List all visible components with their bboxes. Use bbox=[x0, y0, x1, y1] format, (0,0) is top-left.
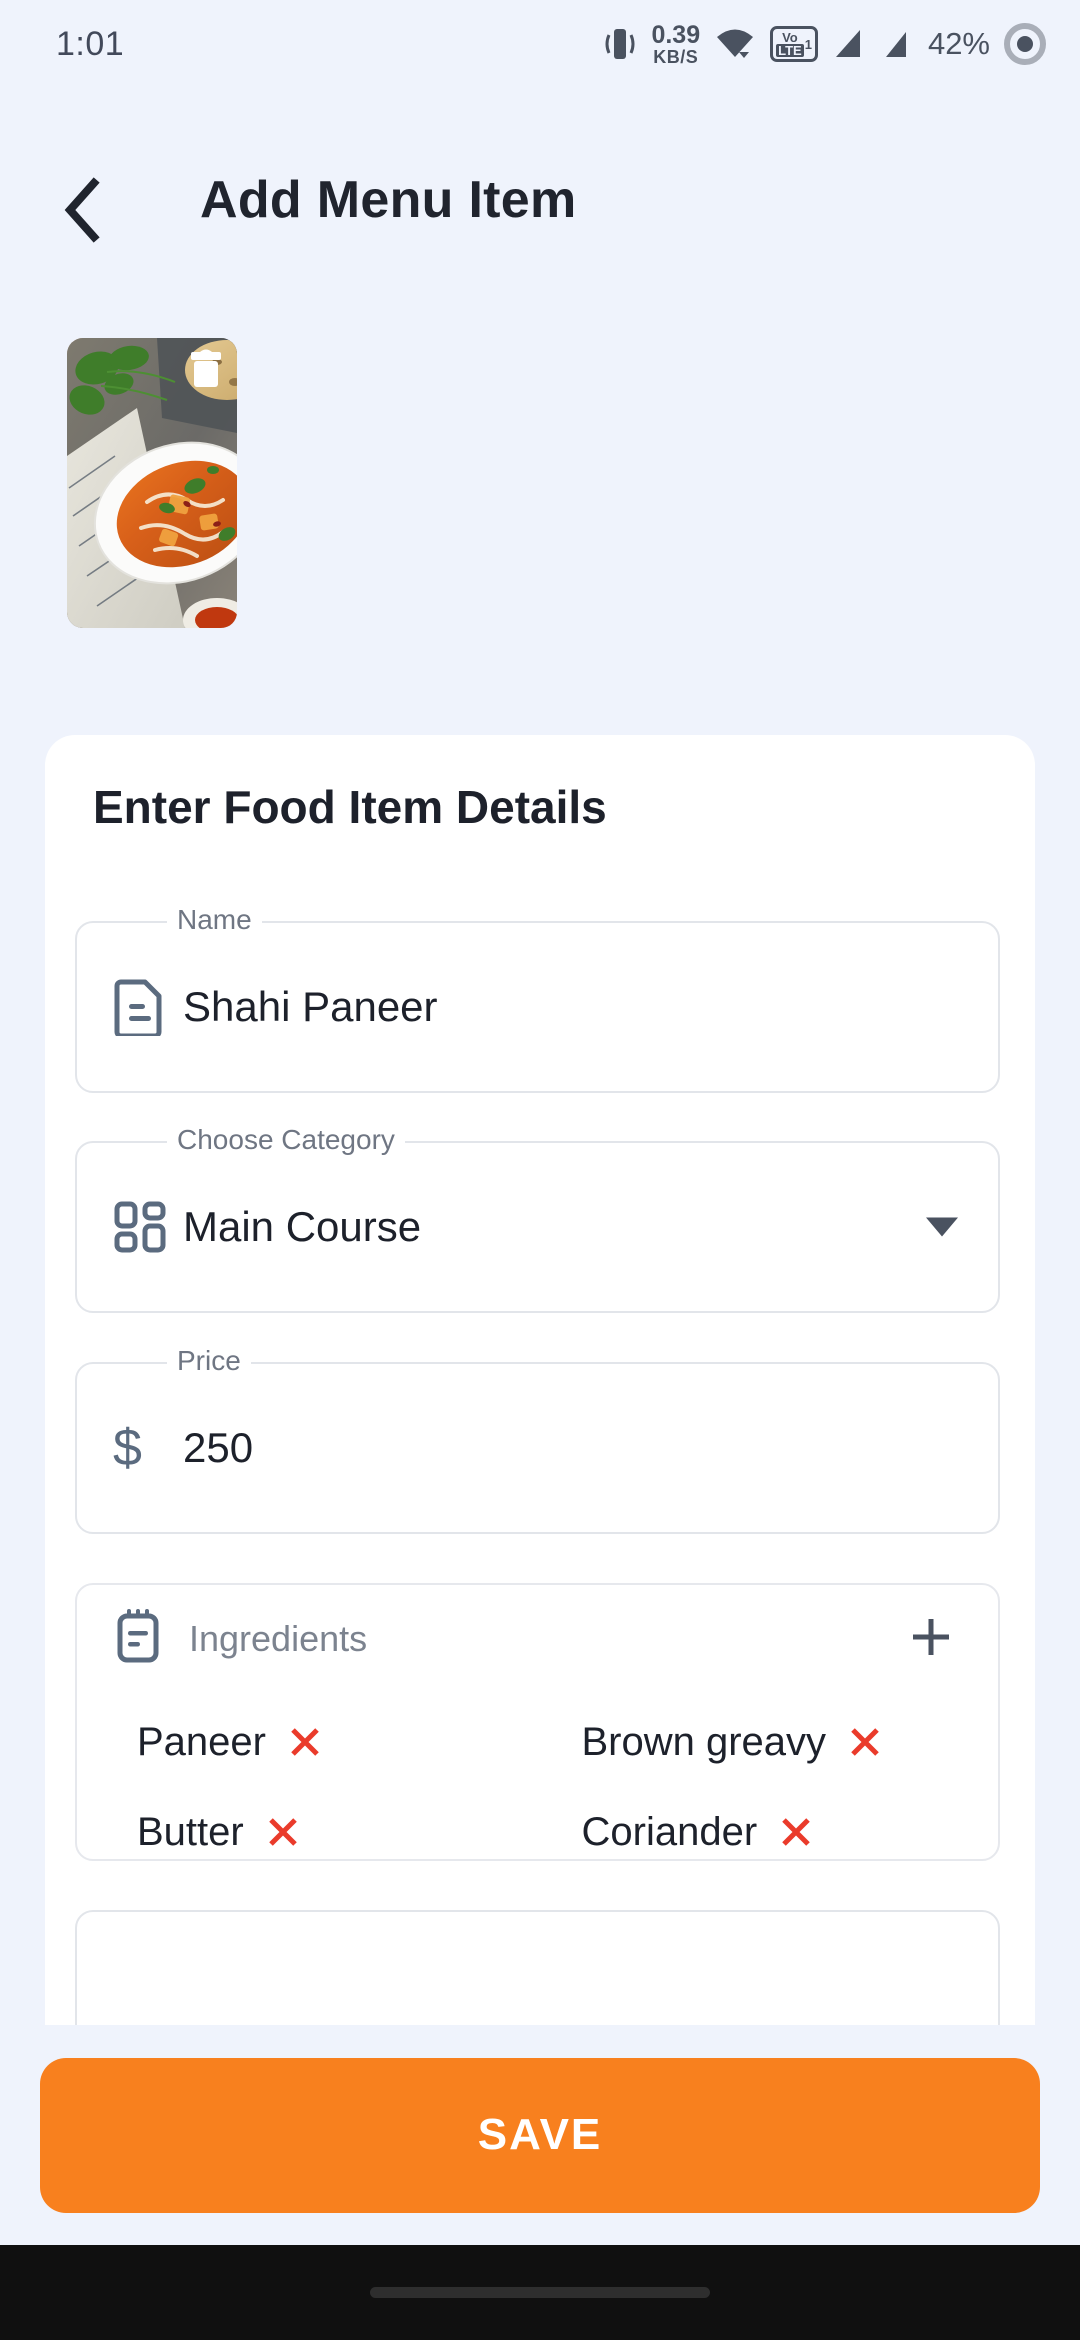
phone-screen: 1:01 0.39 KB/S Vo LTE 1 42% Add Menu Ite… bbox=[0, 0, 1080, 2340]
grid-icon bbox=[113, 1200, 175, 1254]
list-item: Brown greavy bbox=[538, 1697, 963, 1787]
status-icons: 0.39 KB/S Vo LTE 1 42% bbox=[603, 20, 1046, 67]
volte-icon: Vo LTE 1 bbox=[770, 26, 818, 62]
trash-icon bbox=[188, 347, 224, 394]
remove-ingredient-button[interactable] bbox=[288, 1725, 322, 1759]
form-heading: Enter Food Item Details bbox=[93, 781, 607, 833]
back-chevron-icon bbox=[58, 176, 110, 248]
list-item: Butter bbox=[113, 1787, 538, 1877]
list-item: Paneer bbox=[113, 1697, 538, 1787]
ingredient-name: Brown greavy bbox=[581, 1719, 827, 1764]
list-item: Coriander bbox=[538, 1787, 963, 1877]
wifi-icon bbox=[714, 24, 756, 64]
remove-ingredient-button[interactable] bbox=[779, 1815, 813, 1849]
network-speed: 0.39 KB/S bbox=[651, 20, 701, 67]
network-speed-unit: KB/S bbox=[653, 46, 699, 67]
signal-icon-2 bbox=[880, 26, 914, 62]
vibrate-icon bbox=[603, 24, 637, 64]
signal-icon-1 bbox=[832, 26, 866, 62]
record-icon bbox=[1004, 23, 1046, 65]
name-field[interactable]: Name Shahi Paneer bbox=[75, 904, 1000, 1093]
currency-symbol: $ bbox=[113, 1419, 142, 1477]
close-icon bbox=[851, 1728, 879, 1756]
save-bar: SAVE bbox=[0, 2025, 1080, 2245]
volte-sim: 1 bbox=[804, 36, 812, 52]
page-title: Add Menu Item bbox=[200, 171, 577, 229]
save-button[interactable]: SAVE bbox=[40, 2057, 1040, 2213]
category-field-value: Main Course bbox=[183, 1203, 422, 1250]
ingredients-header: Ingredients bbox=[77, 1585, 998, 1693]
delete-image-button[interactable] bbox=[185, 346, 227, 394]
remove-ingredient-button[interactable] bbox=[266, 1815, 300, 1849]
ingredient-name: Paneer bbox=[137, 1719, 266, 1764]
add-ingredient-button[interactable] bbox=[900, 1608, 962, 1670]
back-button[interactable] bbox=[38, 166, 130, 258]
system-navigation-bar bbox=[0, 2245, 1080, 2340]
app-bar: Add Menu Item bbox=[0, 160, 1080, 270]
clipboard-icon bbox=[113, 1608, 163, 1670]
ingredient-name: Butter bbox=[137, 1809, 244, 1854]
chevron-down-icon[interactable] bbox=[926, 1217, 958, 1237]
network-speed-value: 0.39 bbox=[651, 20, 701, 49]
status-bar: 1:01 0.39 KB/S Vo LTE 1 42% bbox=[0, 0, 1080, 88]
ingredients-list: Paneer Brown greavy Butter Coriander bbox=[113, 1697, 962, 1877]
plus-icon bbox=[905, 1611, 957, 1668]
name-field-value: Shahi Paneer bbox=[183, 983, 438, 1030]
form-card: Enter Food Item Details Name Shahi Panee… bbox=[45, 735, 1035, 2055]
close-icon bbox=[782, 1818, 810, 1846]
remove-ingredient-button[interactable] bbox=[848, 1725, 882, 1759]
price-field-value: 250 bbox=[183, 1424, 254, 1471]
volte-bottom: LTE bbox=[776, 43, 804, 58]
close-icon bbox=[268, 1818, 297, 1846]
category-field[interactable]: Choose Category Main Course bbox=[75, 1124, 1000, 1313]
price-field[interactable]: Price $ 250 bbox=[75, 1345, 1000, 1534]
document-icon bbox=[113, 978, 175, 1036]
food-image-thumbnail[interactable] bbox=[67, 338, 237, 628]
ingredients-section: Ingredients Paneer Brown greavy Butter C… bbox=[75, 1583, 1000, 1861]
ingredient-name: Coriander bbox=[581, 1809, 758, 1854]
dollar-icon: $ bbox=[113, 1422, 175, 1474]
home-gesture-pill[interactable] bbox=[370, 2287, 710, 2298]
battery-percent: 42% bbox=[927, 26, 990, 61]
close-icon bbox=[291, 1728, 319, 1756]
status-time: 1:01 bbox=[56, 24, 125, 63]
ingredients-label: Ingredients bbox=[189, 1618, 368, 1659]
